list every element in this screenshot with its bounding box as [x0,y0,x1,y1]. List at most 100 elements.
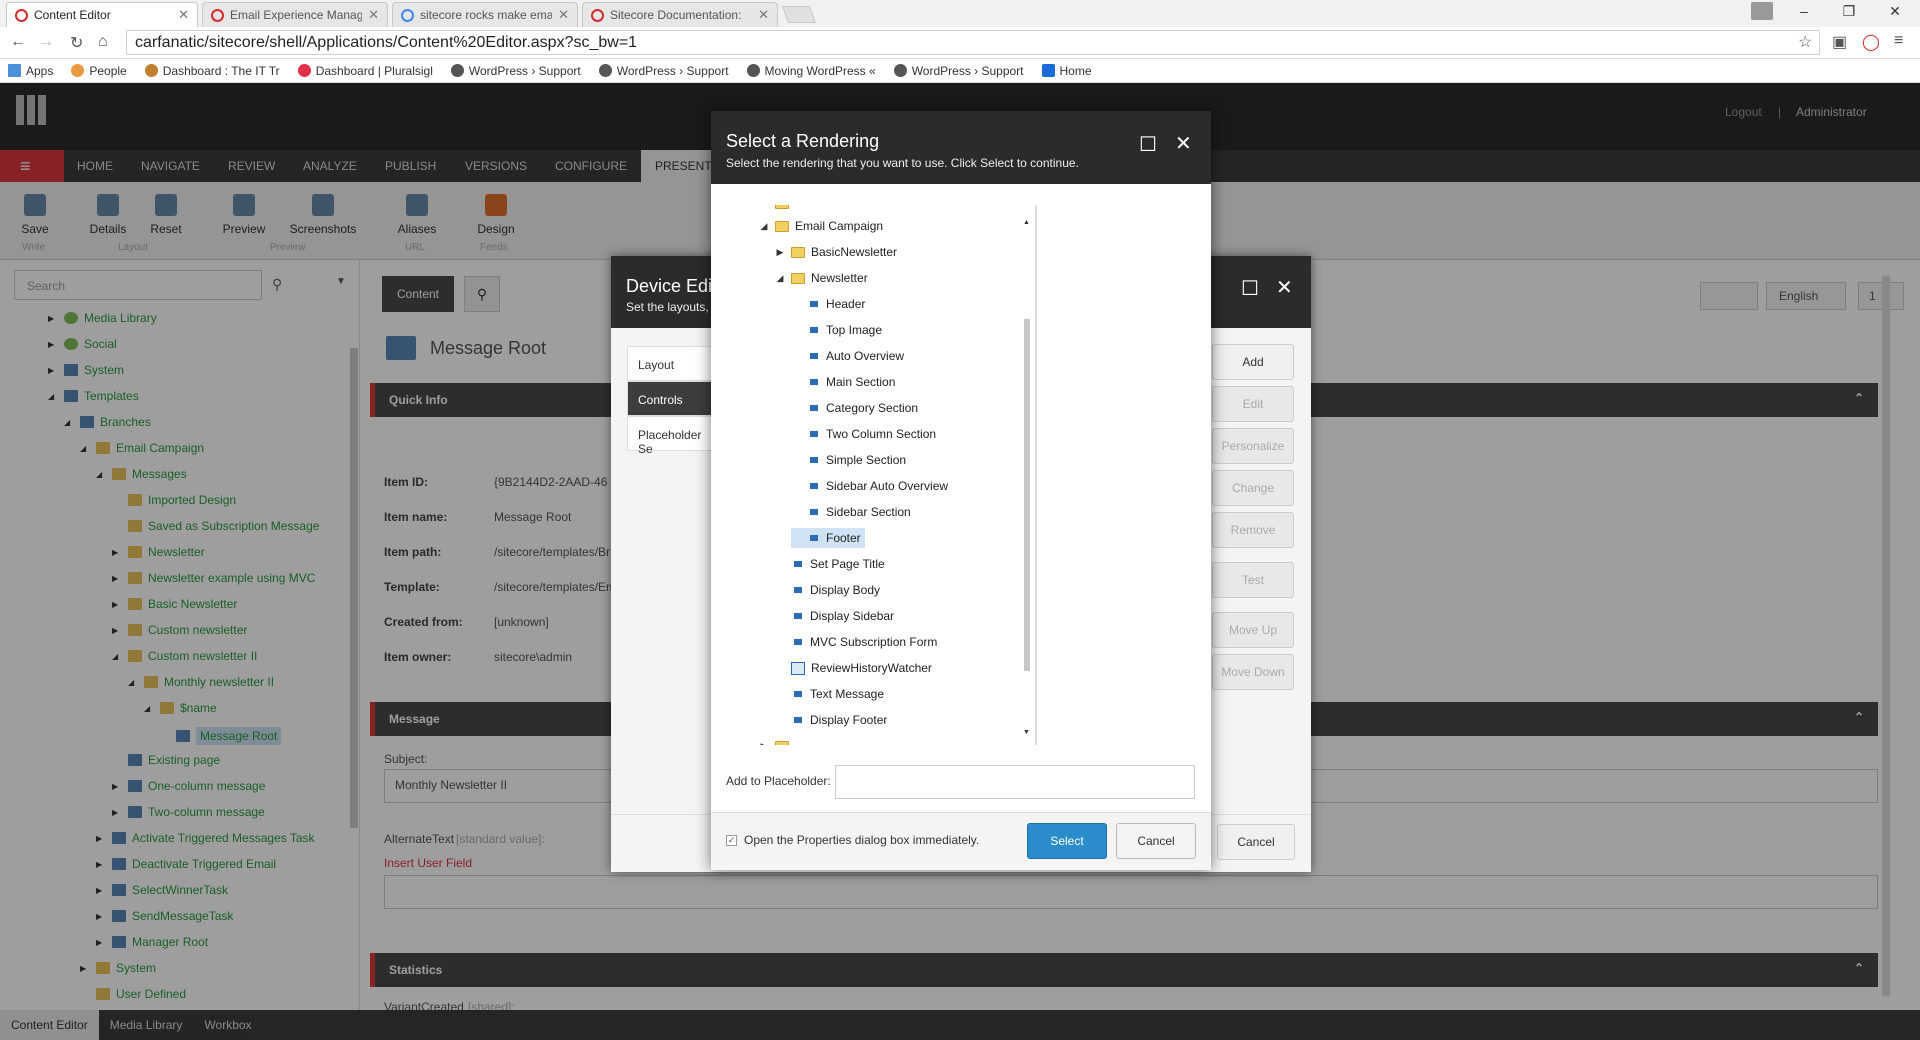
rendering-icon [794,561,802,567]
placeholder-label: Add to Placeholder: [726,774,831,788]
remove-button[interactable]: Remove [1212,512,1294,548]
select-rendering-header: Select a Rendering Select the rendering … [711,111,1211,184]
reload-icon[interactable]: ↻ [70,33,83,53]
tree-label: Footer [826,531,861,545]
move-up-button[interactable]: Move Up [1212,612,1294,648]
browser-tab-google[interactable]: sitecore rocks make ema ✕ [392,2,578,27]
collapse-arrow-icon[interactable]: ◢ [759,221,769,232]
menu-icon[interactable]: ≡ [1894,32,1903,50]
expand-arrow-icon[interactable]: ▶ [759,741,769,746]
home-icon[interactable]: ⌂ [98,33,108,51]
expand-arrow-icon[interactable]: ▶ [775,247,785,258]
bookmark-apps[interactable]: Apps [8,64,53,78]
tree-item[interactable]: Set Page Title [775,554,885,574]
tree-label: Set Page Title [810,557,885,571]
test-button[interactable]: Test [1212,562,1294,598]
maximize-icon[interactable]: ☐ [1241,276,1259,301]
scroll-down-icon[interactable]: ▼ [1023,729,1030,736]
tree-item[interactable]: ReviewHistoryWatcher [775,658,932,678]
tree-item[interactable]: Sidebar Section [791,502,911,522]
close-icon[interactable]: ✕ [558,7,569,23]
cancel-button[interactable]: Cancel [1116,823,1196,859]
tree-item[interactable]: Top Image [791,320,882,340]
tree-item[interactable]: Display Footer [775,710,887,730]
tree-item[interactable]: MVC Subscription Form [775,632,937,652]
tree-item[interactable]: Two Column Section [791,424,936,444]
tree-item[interactable]: Main Section [791,372,895,392]
tree-item[interactable]: Auto Overview [791,346,904,366]
wordpress-icon [598,64,612,77]
tree-item-selected[interactable]: Footer [791,528,865,548]
open-properties-checkbox[interactable]: ✓ [726,835,737,846]
cancel-button[interactable]: Cancel [1217,824,1295,860]
pluralsight-icon [297,64,311,77]
tree-item[interactable]: Display Body [775,580,880,600]
tree-item[interactable]: ◢ Newsletter [775,268,868,288]
tree-item[interactable]: Category Section [791,398,918,418]
tree-item[interactable]: Header [791,294,865,314]
watcher-icon [791,661,805,675]
change-button[interactable]: Change [1212,470,1294,506]
tree-item[interactable]: Sidebar Auto Overview [791,476,948,496]
placeholder-input[interactable] [835,765,1195,799]
tree-label: Display Footer [810,713,888,727]
bookmark-label: Moving WordPress « [764,63,876,78]
scroll-thumb[interactable] [1024,319,1030,671]
bookmark-wordpress-2[interactable]: WordPress › Support [598,64,729,78]
tree-item[interactable]: Simple Section [791,450,906,470]
url-field[interactable]: carfanatic/sitecore/shell/Applications/C… [126,30,1820,55]
tab-title: Sitecore Documentation: [610,8,742,22]
bookmark-wordpress-3[interactable]: WordPress › Support [893,63,1024,78]
tree-label: Auto Overview [826,349,905,363]
minimize-icon[interactable]: – [1789,3,1819,19]
opera-icon[interactable]: ◯ [1862,32,1880,52]
bookmark-moving-wordpress[interactable]: Moving WordPress « [746,63,876,78]
tree-item[interactable]: ◢ Email Campaign [759,216,884,236]
move-down-button[interactable]: Move Down [1212,654,1294,690]
bookmark-people[interactable]: People [71,63,127,78]
bookmark-home[interactable]: Home [1041,64,1092,78]
select-button[interactable]: Select [1027,823,1107,859]
tree-scrollbar[interactable]: ▲ ▼ [1022,219,1032,739]
close-icon[interactable]: ✕ [1175,131,1192,156]
new-tab-button[interactable] [781,6,817,23]
tree-item[interactable]: ▶ BasicNewsletter [775,242,898,262]
browser-tab-email[interactable]: Email Experience Manage ✕ [202,2,388,27]
close-window-icon[interactable]: ✕ [1880,3,1910,20]
add-button[interactable]: Add [1212,344,1294,380]
bookmark-wordpress-1[interactable]: WordPress › Support [450,64,581,78]
bookmark-label: People [89,63,127,78]
tree-label: Email Campaign [795,219,884,233]
collapse-arrow-icon[interactable]: ◢ [775,273,785,284]
tree-label: Main Section [826,375,896,389]
browser-tab-docs[interactable]: Sitecore Documentation: ✕ [582,2,778,27]
rendering-icon [794,587,802,593]
tree-item-partial: ▶ [759,736,795,745]
browser-tab-content-editor[interactable]: Content Editor ✕ [6,2,198,27]
bookmark-pluralsight[interactable]: Dashboard | Pluralsigl [297,64,433,78]
tab-title: Content Editor [34,8,111,22]
edit-button[interactable]: Edit [1212,386,1294,422]
bookmark-itpro[interactable]: Dashboard : The IT Tr [144,64,280,78]
back-icon[interactable]: ← [10,33,26,51]
rendering-icon [794,613,802,619]
close-icon[interactable]: ✕ [1276,275,1293,300]
close-icon[interactable]: ✕ [758,7,769,23]
forward-icon[interactable]: → [38,33,54,51]
maximize-icon[interactable]: ☐ [1139,132,1157,157]
star-icon[interactable]: ☆ [1798,32,1812,52]
scroll-up-icon[interactable]: ▲ [1023,219,1030,226]
profile-icon[interactable] [1751,2,1773,20]
close-icon[interactable]: ✕ [178,7,189,23]
tree-label: Display Body [810,583,881,597]
people-icon [71,64,85,77]
personalize-button[interactable]: Personalize [1212,428,1294,464]
tree-item[interactable]: Display Sidebar [775,606,894,626]
dialog-title: Device Edi [626,276,713,296]
bookmark-label: WordPress › Support [911,63,1024,78]
extension-icon[interactable]: ▣ [1832,32,1847,52]
close-icon[interactable]: ✕ [368,7,379,23]
bookmark-label: Apps [26,63,54,78]
tree-item[interactable]: Text Message [775,684,884,704]
restore-icon[interactable]: ❐ [1834,3,1864,20]
